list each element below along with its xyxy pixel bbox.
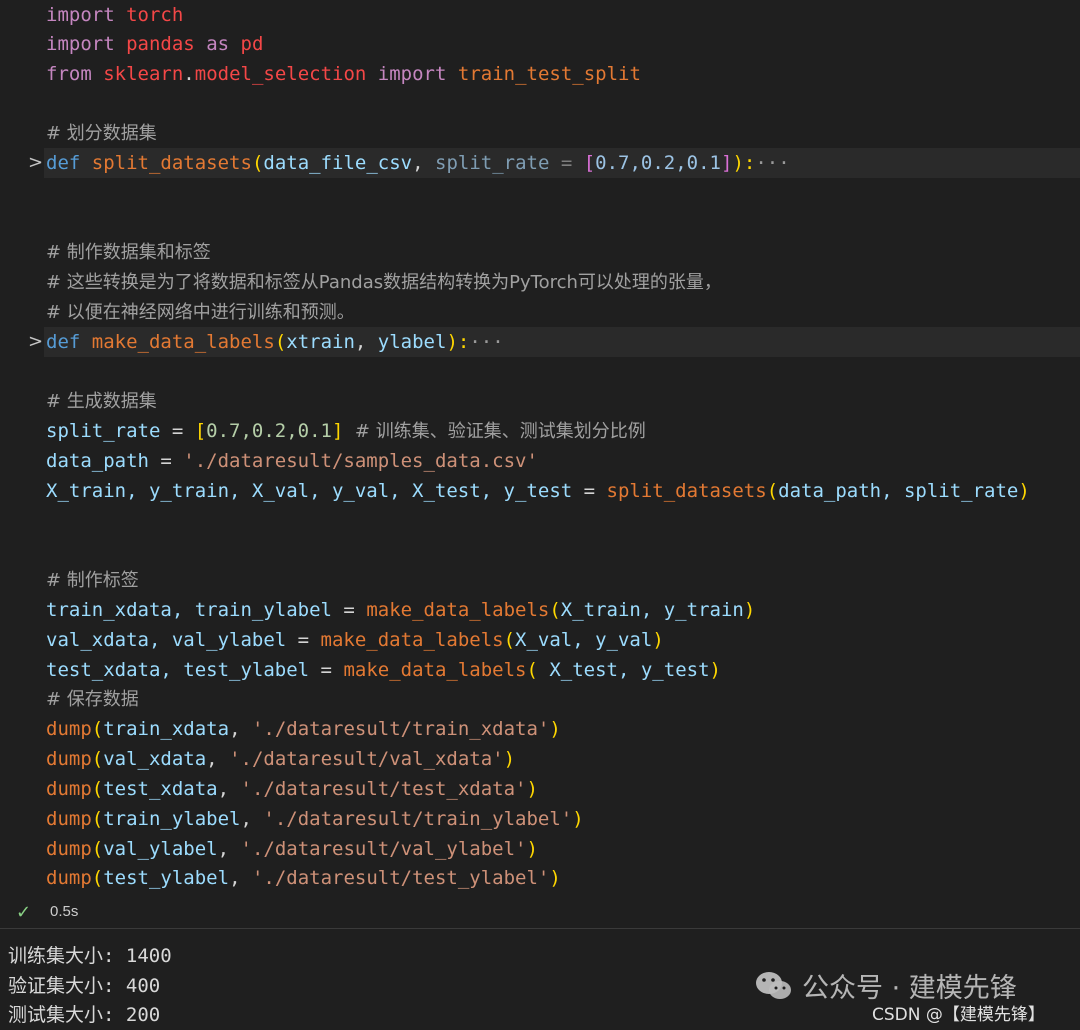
code-line-dump: dump(train_xdata, './dataresult/train_xd… <box>46 718 561 740</box>
chevron-right-icon[interactable]: > <box>28 148 43 178</box>
code-line-make-train: train_xdata, train_ylabel = make_data_la… <box>46 599 756 621</box>
output-line: 训练集大小: 1400 <box>8 945 172 967</box>
code-line-dump: dump(test_ylabel, './dataresult/test_yla… <box>46 867 561 889</box>
comment-conversion: # 这些转换是为了将数据和标签从Pandas数据结构转换为PyTorch可以处理… <box>46 272 722 293</box>
comment-make-labels: # 制作数据集和标签 <box>46 242 211 263</box>
code-line-2: import pandas as pd <box>46 33 264 55</box>
folded-def-make-data-labels[interactable]: def make_data_labels(xtrain, ylabel):··· <box>44 327 1080 357</box>
code-line-dump: dump(val_ylabel, './dataresult/val_ylabe… <box>46 838 538 860</box>
check-icon: ✓ <box>16 902 32 923</box>
code-line-3: from sklearn.model_selection import trai… <box>46 63 641 85</box>
output-line: 验证集大小: 400 <box>8 975 161 997</box>
comment-purpose: # 以便在神经网络中进行训练和预测。 <box>46 302 355 323</box>
comment-split-datasets: # 划分数据集 <box>46 123 157 144</box>
chevron-right-icon[interactable]: > <box>28 327 43 357</box>
watermark-source: CSDN @【建模先锋】 <box>872 1005 1045 1025</box>
comment-make-tags: # 制作标签 <box>46 570 139 591</box>
code-line-make-val: val_xdata, val_ylabel = make_data_labels… <box>46 629 664 651</box>
code-line-split-call: X_train, y_train, X_val, y_val, X_test, … <box>46 480 1030 502</box>
code-line-dump: dump(train_ylabel, './dataresult/train_y… <box>46 808 584 830</box>
code-line-make-test: test_xdata, test_ylabel = make_data_labe… <box>46 659 721 681</box>
output-line: 测试集大小: 200 <box>8 1004 161 1026</box>
code-line-1: import torch <box>46 4 184 26</box>
comment-generate: # 生成数据集 <box>46 391 157 412</box>
code-cell[interactable]: import torch import pandas as pd from sk… <box>0 0 1080 898</box>
code-line-dump: dump(test_xdata, './dataresult/test_xdat… <box>46 778 538 800</box>
wechat-icon <box>756 972 791 999</box>
execution-time: 0.5s <box>50 903 79 920</box>
code-line-split-rate: split_rate = [0.7,0.2,0.1] # 训练集、验证集、测试集… <box>46 420 646 442</box>
code-line-dump: dump(val_xdata, './dataresult/val_xdata'… <box>46 748 516 770</box>
code-line-data-path: data_path = './dataresult/samples_data.c… <box>46 450 538 472</box>
folded-def-split-datasets[interactable]: def split_datasets(data_file_csv, split_… <box>44 148 1080 178</box>
cell-status-bar: ✓ 0.5s <box>0 898 1080 929</box>
comment-save: # 保存数据 <box>46 689 139 710</box>
